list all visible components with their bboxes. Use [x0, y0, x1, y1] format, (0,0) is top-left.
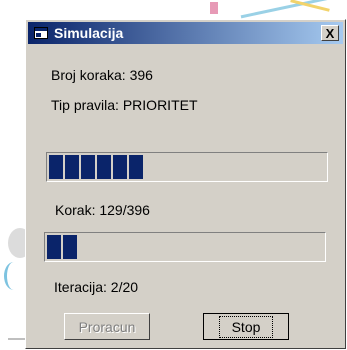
progress-block — [47, 235, 61, 259]
iterations-progress-bar — [44, 232, 326, 262]
compute-button-label: Proracun — [78, 318, 136, 335]
window-icon — [33, 25, 49, 41]
compute-button[interactable]: Proracun — [64, 313, 150, 340]
stop-button-label: Stop — [218, 315, 274, 338]
iteration-counter-label: Iteracija: 2/20 — [54, 279, 139, 295]
progress-block — [63, 235, 77, 259]
window-title: Simulacija — [54, 25, 124, 41]
background-decoration — [4, 262, 23, 290]
title-bar[interactable]: Simulacija X — [28, 22, 343, 44]
progress-block — [49, 155, 63, 179]
stop-button[interactable]: Stop — [203, 313, 289, 340]
close-button[interactable]: X — [321, 25, 339, 41]
screen: Simulacija X Broj koraka: 396 Tip pravil… — [0, 0, 347, 350]
steps-count-label: Broj koraka: 396 — [51, 67, 153, 83]
progress-block — [97, 155, 111, 179]
rule-type-label: Tip pravila: PRIORITET — [51, 97, 198, 113]
background-decoration — [240, 0, 330, 19]
step-counter-label: Korak: 129/396 — [55, 202, 150, 218]
steps-progress-bar — [46, 152, 328, 182]
progress-block — [113, 155, 127, 179]
progress-block — [129, 155, 143, 179]
background-decoration — [210, 2, 218, 14]
close-icon: X — [325, 25, 335, 41]
progress-block — [81, 155, 95, 179]
simulation-dialog: Simulacija X Broj koraka: 396 Tip pravil… — [25, 19, 346, 349]
progress-block — [65, 155, 79, 179]
